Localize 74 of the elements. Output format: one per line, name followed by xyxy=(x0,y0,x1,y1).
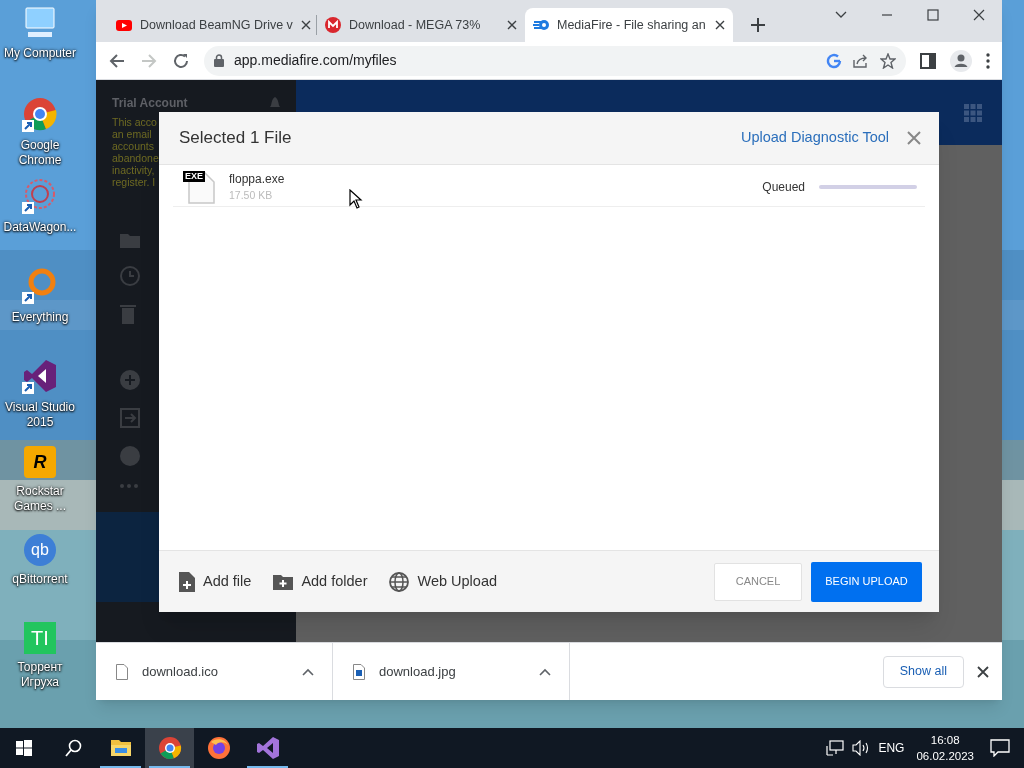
cursor-icon xyxy=(349,189,363,209)
chrome-icon[interactable] xyxy=(22,96,58,132)
grid-icon xyxy=(964,103,982,122)
action-button[interactable]: Web Upload xyxy=(389,570,497,593)
icon-label[interactable]: Visual Studio 2015 xyxy=(0,400,80,430)
profile-icon[interactable] xyxy=(950,49,972,72)
notice-text: an email xyxy=(112,128,152,140)
logout-icon xyxy=(120,408,140,428)
taskbar-app[interactable] xyxy=(145,728,194,768)
lock-icon xyxy=(214,54,224,67)
clock-icon xyxy=(120,266,140,286)
image-file-icon xyxy=(353,663,365,680)
close-icon[interactable] xyxy=(300,20,311,30)
show-all-button[interactable]: Show all xyxy=(882,655,964,688)
forward-icon xyxy=(140,51,158,70)
address-bar[interactable]: app.mediafire.com/myfiles xyxy=(204,45,906,76)
notice-text: inactivity, xyxy=(112,164,155,176)
action-button[interactable]: Add file xyxy=(179,570,252,593)
notification-icon[interactable] xyxy=(990,739,1010,757)
more-icon[interactable] xyxy=(986,52,990,69)
visual-studio-icon xyxy=(255,736,280,760)
share-icon[interactable] xyxy=(852,52,870,69)
notice-text: accounts xyxy=(112,140,155,152)
folder-plus-icon xyxy=(273,573,294,590)
file-name: floppa.exe xyxy=(229,170,285,188)
file-plus-icon xyxy=(179,571,195,592)
download-name[interactable]: download.ico xyxy=(142,661,288,682)
close-icon[interactable] xyxy=(715,20,725,30)
begin-upload-button[interactable]: BEGIN UPLOAD xyxy=(811,561,922,602)
cancel-button[interactable]: CANCEL xyxy=(714,562,802,601)
reload-icon[interactable] xyxy=(172,51,190,70)
notice-text: This acco xyxy=(112,116,157,128)
favicon-icon xyxy=(533,17,549,33)
chrome-icon xyxy=(157,736,182,760)
close-icon[interactable] xyxy=(977,665,989,678)
favicon-icon xyxy=(116,17,132,33)
volume-icon[interactable] xyxy=(852,740,871,756)
notice-text: register. I xyxy=(112,176,156,188)
close-icon[interactable] xyxy=(507,20,517,30)
app-icon[interactable]: R xyxy=(24,446,56,478)
upload-status: Queued xyxy=(762,178,805,196)
browser-tab[interactable]: Download - MEGA 73% xyxy=(317,8,525,42)
chevron-up-icon[interactable] xyxy=(539,667,551,676)
dots-icon xyxy=(120,484,138,488)
globe-icon xyxy=(389,571,410,592)
back-icon[interactable] xyxy=(108,51,126,70)
side-panel-icon[interactable] xyxy=(920,52,936,69)
firefox-icon xyxy=(206,736,231,760)
file-size: 17.50 KB xyxy=(229,187,273,203)
visual-studio-icon[interactable] xyxy=(22,358,58,394)
new-tab-icon[interactable] xyxy=(751,18,765,32)
language-indicator[interactable]: ENG xyxy=(878,739,905,757)
dialog-title: Selected 1 File xyxy=(179,127,293,150)
clock-time[interactable]: 16:08 xyxy=(930,732,960,748)
chevron-up-icon[interactable] xyxy=(302,667,314,676)
browser-tab[interactable]: Download BeamNG Drive v xyxy=(108,8,316,42)
browser-tab[interactable]: MediaFire - File sharing an xyxy=(525,8,733,42)
ring-icon[interactable] xyxy=(22,268,58,304)
notice-text: abandone xyxy=(112,152,159,164)
clock-date[interactable]: 06.02.2023 xyxy=(916,748,974,764)
account-title: Trial Account xyxy=(112,95,188,112)
favicon-icon xyxy=(325,17,341,33)
diagnostic-link[interactable]: Upload Diagnostic Tool xyxy=(740,127,889,149)
folder-icon xyxy=(120,232,140,248)
trash-icon xyxy=(120,304,136,324)
file-type-badge: EXE xyxy=(183,170,205,182)
action-button[interactable]: Add folder xyxy=(273,570,368,593)
file-icon xyxy=(116,663,128,680)
network-icon[interactable] xyxy=(826,740,845,756)
plus-circle-icon xyxy=(120,370,140,390)
star-icon[interactable] xyxy=(880,52,896,69)
google-icon[interactable] xyxy=(826,52,842,69)
bell-icon xyxy=(270,97,280,109)
download-name[interactable]: download.jpg xyxy=(379,661,525,682)
